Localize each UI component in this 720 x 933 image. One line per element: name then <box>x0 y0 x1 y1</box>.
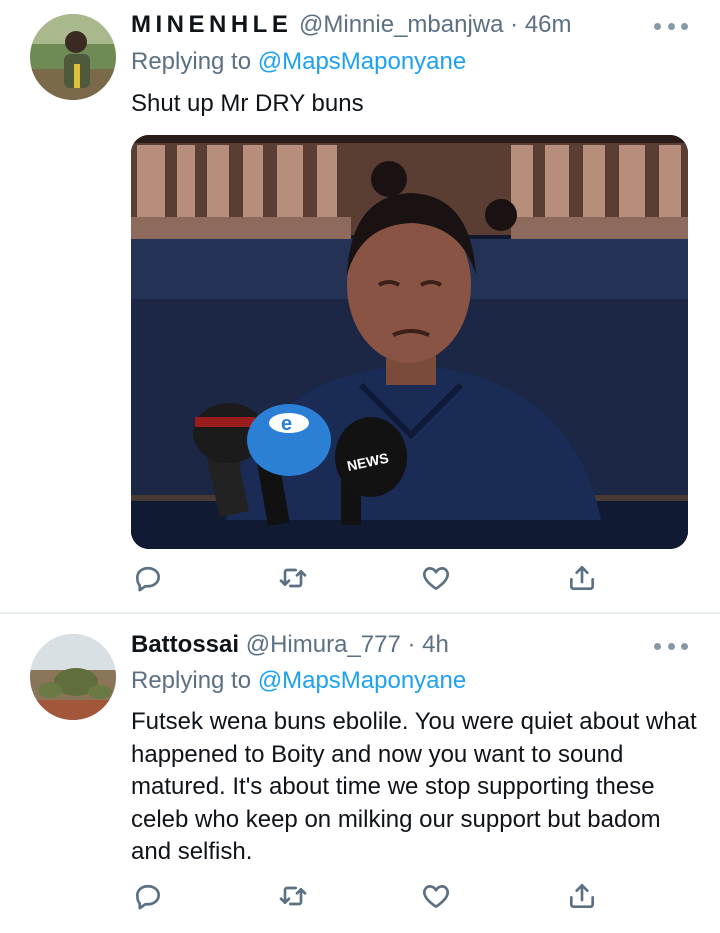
tweet-header: MINENHLE @Minnie_mbanjwa · 46m <box>131 10 572 40</box>
avatar-image <box>30 634 116 720</box>
media-image: e NEWS <box>131 135 688 549</box>
more-icon[interactable] <box>654 636 688 656</box>
replying-to: Replying to @MapsMaponyane <box>131 666 466 696</box>
tweet-header: Battossai @Himura_777 · 4h <box>131 630 449 660</box>
mic-label: e <box>281 413 292 435</box>
share-icon[interactable] <box>564 560 600 596</box>
replying-prefix: Replying to <box>131 667 258 694</box>
replying-prefix: Replying to <box>131 48 258 75</box>
avatar[interactable] <box>30 14 116 100</box>
reply-icon[interactable] <box>130 560 166 596</box>
separator: · <box>510 11 519 38</box>
replying-to: Replying to @MapsMaponyane <box>131 47 466 77</box>
mention-link[interactable]: @MapsMaponyane <box>258 667 466 694</box>
like-icon[interactable] <box>418 878 454 914</box>
like-icon[interactable] <box>418 560 454 596</box>
tweet[interactable]: Battossai @Himura_777 · 4h Replying to @… <box>0 614 720 933</box>
display-name[interactable]: MINENHLE <box>131 11 292 38</box>
tweet-actions <box>0 876 720 916</box>
tweet-text: Futsek wena buns ebolile. You were quiet… <box>131 708 697 865</box>
tweet-text: Shut up Mr DRY buns <box>131 90 364 117</box>
display-name[interactable]: Battossai <box>131 631 239 658</box>
reply-icon[interactable] <box>130 878 166 914</box>
tweet[interactable]: MINENHLE @Minnie_mbanjwa · 46m Replying … <box>0 0 720 612</box>
separator: · <box>407 631 416 658</box>
share-icon[interactable] <box>564 878 600 914</box>
timestamp[interactable]: 4h <box>422 631 449 658</box>
avatar-image <box>30 14 116 100</box>
avatar[interactable] <box>30 634 116 720</box>
user-handle[interactable]: @Himura_777 <box>246 631 401 658</box>
retweet-icon[interactable] <box>275 878 311 914</box>
tweet-media[interactable]: e NEWS <box>131 135 688 549</box>
mention-link[interactable]: @MapsMaponyane <box>258 48 466 75</box>
more-icon[interactable] <box>654 16 688 36</box>
retweet-icon[interactable] <box>275 560 311 596</box>
tweet-actions <box>0 558 720 598</box>
timestamp[interactable]: 46m <box>525 11 572 38</box>
user-handle[interactable]: @Minnie_mbanjwa <box>299 11 503 38</box>
